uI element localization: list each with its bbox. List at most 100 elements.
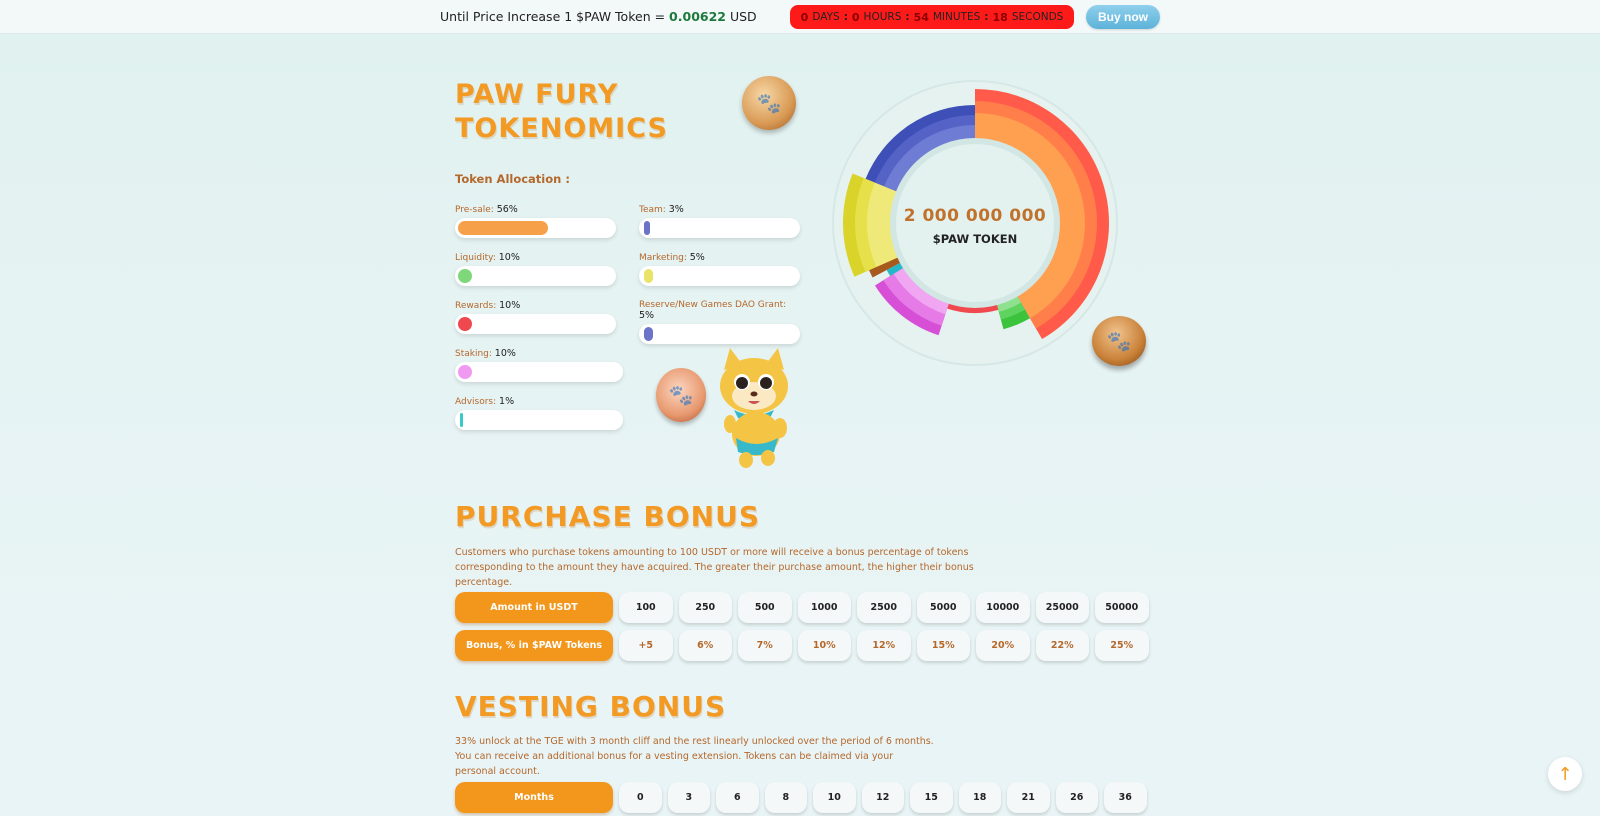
amount-cell[interactable]: 5000	[916, 592, 970, 623]
countdown-separator: :	[905, 11, 910, 23]
bonus-cell[interactable]: 25%	[1095, 630, 1149, 661]
allocation-name: Pre-sale:	[455, 205, 494, 215]
price-unit: USD	[729, 9, 757, 24]
allocation-item: Marketing: 5%	[639, 252, 800, 286]
countdown-hours: 0	[851, 10, 860, 24]
allocation-bar	[455, 314, 616, 334]
allocation-percent: 3%	[668, 204, 684, 215]
allocation-bar	[639, 324, 800, 344]
months-cell[interactable]: 0	[619, 782, 662, 813]
months-cell[interactable]: 36	[1104, 782, 1147, 813]
allocation-percent: 5%	[639, 310, 655, 321]
tokenomics-title: PAW FURY TOKENOMICS	[455, 78, 735, 146]
allocation-bar	[455, 362, 623, 382]
allocation-item: Team: 3%	[639, 204, 800, 238]
allocation-item: Rewards: 10%	[455, 300, 616, 334]
bonus-cell[interactable]: 22%	[1035, 630, 1089, 661]
amount-cell[interactable]: 500	[738, 592, 792, 623]
months-cell[interactable]: 8	[764, 782, 807, 813]
allocation-name: Liquidity:	[455, 253, 496, 263]
months-cell[interactable]: 3	[667, 782, 710, 813]
allocation-percent: 5%	[689, 252, 705, 263]
months-cell[interactable]: 18	[958, 782, 1001, 813]
allocation-name: Marketing:	[639, 253, 687, 263]
countdown-days: 0	[800, 10, 809, 24]
countdown-separator: :	[843, 11, 848, 23]
allocation-bar-fill	[644, 269, 653, 283]
amount-cell[interactable]: 50000	[1095, 592, 1149, 623]
paw-coin-icon: 🐾	[742, 76, 796, 130]
amount-row: Amount in USDT 100 250 500 1000 2500 5000 1000…	[455, 592, 1149, 623]
bonus-cell[interactable]: 12%	[857, 630, 911, 661]
allocation-name: Team:	[639, 205, 666, 215]
token-allocation-label: Token Allocation :	[455, 172, 570, 186]
bonus-cell[interactable]: 7%	[738, 630, 792, 661]
allocation-percent: 10%	[498, 252, 520, 263]
amount-cell[interactable]: 2500	[857, 592, 911, 623]
bonus-cell[interactable]: +5	[619, 630, 673, 661]
allocation-bar-fill	[458, 269, 472, 283]
months-label: Months	[455, 782, 613, 813]
allocation-label: Marketing: 5%	[639, 252, 800, 263]
amount-cell[interactable]: 1000	[797, 592, 851, 623]
allocation-percent: 10%	[494, 348, 516, 359]
countdown-seconds-label: SECONDS	[1011, 11, 1064, 23]
countdown-days-label: DAYS	[812, 11, 840, 23]
months-row: Months 0 3 6 8 10 12 15 18 21 26 36	[455, 782, 1147, 813]
purchase-bonus-description: Customers who purchase tokens amounting …	[455, 547, 974, 588]
allocation-name: Advisors:	[455, 397, 497, 407]
allocation-label: Advisors: 1%	[455, 396, 623, 407]
purchase-bonus-title: PURCHASE BONUS	[455, 500, 760, 533]
arrow-up-icon[interactable]: ↑	[1548, 757, 1582, 791]
allocation-bar-fill	[458, 317, 472, 331]
allocation-bar-fill	[458, 221, 548, 235]
mascot-cat-image	[720, 348, 788, 468]
countdown-minutes: 54	[913, 10, 929, 24]
bonus-cell[interactable]: 15%	[916, 630, 970, 661]
allocation-bar	[455, 266, 616, 286]
top-bar: Until Price Increase 1 $PAW Token = 0.00…	[0, 0, 1600, 34]
months-cell[interactable]: 10	[813, 782, 856, 813]
months-cell[interactable]: 6	[716, 782, 759, 813]
allocation-label: Liquidity: 10%	[455, 252, 616, 263]
allocation-percent: 1%	[499, 396, 515, 407]
buy-now-button[interactable]: Buy now	[1086, 5, 1160, 29]
amount-cell[interactable]: 10000	[976, 592, 1030, 623]
allocation-bar-fill	[644, 327, 653, 341]
countdown-minutes-label: MINUTES	[932, 11, 981, 23]
amount-cell[interactable]: 100	[619, 592, 673, 623]
vesting-bonus-description: 33% unlock at the TGE with 3 month cliff…	[455, 736, 934, 777]
allocation-bar-fill	[644, 221, 650, 235]
vesting-bonus-title: VESTING BONUS	[455, 690, 727, 723]
tokenomics-title-line2: TOKENOMICS	[455, 113, 668, 144]
allocation-item: Liquidity: 10%	[455, 252, 616, 286]
allocation-label: Rewards: 10%	[455, 300, 616, 311]
allocation-bar	[455, 218, 616, 238]
allocation-label: Staking: 10%	[455, 348, 623, 359]
allocation-label: Team: 3%	[639, 204, 800, 215]
allocation-percent: 10%	[499, 300, 521, 311]
countdown-separator: :	[984, 11, 989, 23]
allocation-label: Reserve/New Games DAO Grant: 5%	[639, 300, 800, 321]
allocation-name: Staking:	[455, 349, 492, 359]
bonus-percent-label: Bonus, % in $PAW Tokens	[455, 630, 613, 661]
bonus-cell[interactable]: 6%	[678, 630, 732, 661]
countdown-timer: 0 DAYS : 0 HOURS : 54 MINUTES : 18 SECON…	[790, 5, 1074, 29]
amount-in-usdt-label: Amount in USDT	[455, 592, 613, 623]
months-cell[interactable]: 12	[861, 782, 904, 813]
amount-cell[interactable]: 250	[678, 592, 732, 623]
months-cell[interactable]: 15	[910, 782, 953, 813]
amount-cell[interactable]: 25000	[1035, 592, 1089, 623]
months-cell[interactable]: 21	[1007, 782, 1050, 813]
price-value: 0.00622	[669, 9, 726, 24]
tokenomics-title-line1: PAW FURY	[455, 79, 619, 110]
bonus-row: Bonus, % in $PAW Tokens +5 6% 7% 10% 12% 15% 2…	[455, 630, 1149, 661]
allocation-bar	[639, 266, 800, 286]
bonus-cell[interactable]: 10%	[797, 630, 851, 661]
allocation-item: Staking: 10%	[455, 348, 623, 382]
allocation-percent: 56%	[496, 204, 518, 215]
allocation-name: Reserve/New Games DAO Grant:	[639, 300, 787, 310]
bonus-cell[interactable]: 20%	[976, 630, 1030, 661]
allocation-bar-fill	[458, 365, 472, 379]
months-cell[interactable]: 26	[1055, 782, 1098, 813]
